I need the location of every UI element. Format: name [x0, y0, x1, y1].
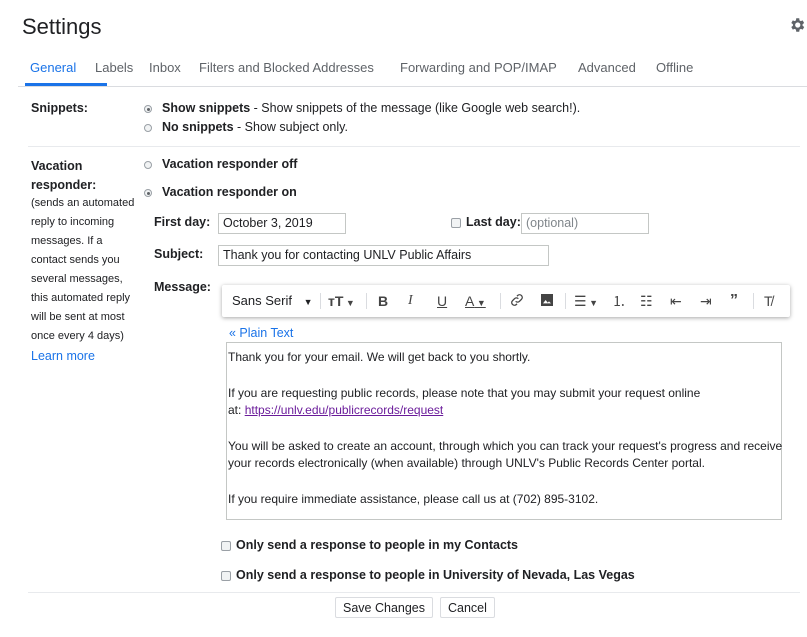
tab-filters[interactable]: Filters and Blocked Addresses [199, 60, 374, 75]
tab-general[interactable]: General [30, 60, 76, 75]
page-title: Settings [22, 14, 102, 39]
message-line: If you are requesting public records, pl… [228, 386, 701, 400]
cancel-button[interactable]: Cancel [440, 597, 495, 618]
last-day-label: Last day: [466, 215, 521, 229]
formatting-toolbar: Sans Serif ▼ ᴛT ▼ B I U A ▼ ☰ ▼ ⒈ ☷ ⇤ ⇥ … [222, 285, 790, 317]
message-label: Message: [154, 280, 211, 294]
toolbar-separator [366, 293, 367, 309]
bold-button[interactable]: B [378, 292, 388, 310]
remove-formatting-icon[interactable]: T̸ [764, 292, 773, 310]
vacation-label: Vacation responder: [31, 159, 97, 192]
message-line: Thank you for your email. We will get ba… [228, 350, 531, 364]
toolbar-separator [753, 293, 754, 309]
no-snippets-radio[interactable] [144, 124, 152, 132]
tab-inbox[interactable]: Inbox [149, 60, 181, 75]
numbered-list-icon[interactable]: ⒈ [612, 292, 626, 310]
link-icon[interactable] [509, 292, 525, 312]
toolbar-separator [320, 293, 321, 309]
image-icon[interactable] [539, 292, 555, 312]
snippets-label: Snippets: [31, 101, 88, 115]
bulleted-list-icon[interactable]: ☷ [640, 292, 653, 310]
underline-button[interactable]: U [437, 292, 447, 310]
message-line: at: https://unlv.edu/publicrecords/reque… [228, 403, 444, 417]
footer-divider [28, 592, 800, 593]
section-divider [28, 146, 800, 147]
align-icon[interactable]: ☰ ▼ [574, 292, 598, 312]
message-line: your records electronically (when availa… [228, 456, 705, 470]
vacation-off-option[interactable]: Vacation responder off [162, 157, 297, 171]
tab-forwarding[interactable]: Forwarding and POP/IMAP [400, 60, 557, 75]
last-day-checkbox[interactable] [451, 218, 461, 228]
save-changes-button[interactable]: Save Changes [335, 597, 434, 618]
indent-more-icon[interactable]: ⇥ [700, 292, 712, 310]
message-editor[interactable]: Thank you for your email. We will get ba… [226, 342, 782, 520]
learn-more-link[interactable]: Learn more [31, 349, 95, 363]
subject-input[interactable]: Thank you for contacting UNLV Public Aff… [218, 245, 549, 266]
settings-tabs: General Labels Inbox Filters and Blocked… [18, 54, 807, 87]
tab-advanced[interactable]: Advanced [578, 60, 636, 75]
last-day-input[interactable]: (optional) [521, 213, 649, 234]
text-color-button[interactable]: A ▼ [465, 292, 486, 312]
show-snippets-option[interactable]: Show snippets - Show snippets of the mes… [162, 101, 580, 115]
org-only-label[interactable]: Only send a response to people in Univer… [236, 568, 635, 582]
first-day-label: First day: [154, 215, 211, 229]
gear-icon[interactable] [788, 16, 806, 34]
plain-text-link[interactable]: « Plain Text [229, 326, 293, 340]
no-snippets-option[interactable]: No snippets - Show subject only. [162, 120, 348, 134]
message-line: If you require immediate assistance, ple… [228, 492, 599, 506]
contacts-only-label[interactable]: Only send a response to people in my Con… [236, 538, 518, 552]
quote-icon[interactable]: ” [730, 292, 738, 310]
show-snippets-radio[interactable] [144, 105, 152, 113]
vacation-description: (sends an automated reply to incoming me… [31, 197, 135, 342]
subject-label: Subject: [154, 247, 204, 261]
toolbar-separator [500, 293, 501, 309]
font-family-select[interactable]: Sans Serif ▼ [232, 292, 313, 311]
tab-offline[interactable]: Offline [656, 60, 693, 75]
vacation-on-radio[interactable] [144, 189, 152, 197]
italic-button[interactable]: I [408, 292, 413, 310]
tab-labels[interactable]: Labels [95, 60, 133, 75]
vacation-on-option[interactable]: Vacation responder on [162, 185, 297, 199]
active-tab-indicator [25, 83, 107, 86]
message-line: You will be asked to create an account, … [228, 439, 783, 453]
text-size-icon[interactable]: ᴛT ▼ [328, 292, 355, 312]
contacts-only-checkbox[interactable] [221, 541, 231, 551]
toolbar-separator [565, 293, 566, 309]
first-day-input[interactable]: October 3, 2019 [218, 213, 346, 234]
records-request-link[interactable]: https://unlv.edu/publicrecords/request [245, 403, 444, 417]
indent-less-icon[interactable]: ⇤ [670, 292, 682, 310]
org-only-checkbox[interactable] [221, 571, 231, 581]
vacation-off-radio[interactable] [144, 161, 152, 169]
